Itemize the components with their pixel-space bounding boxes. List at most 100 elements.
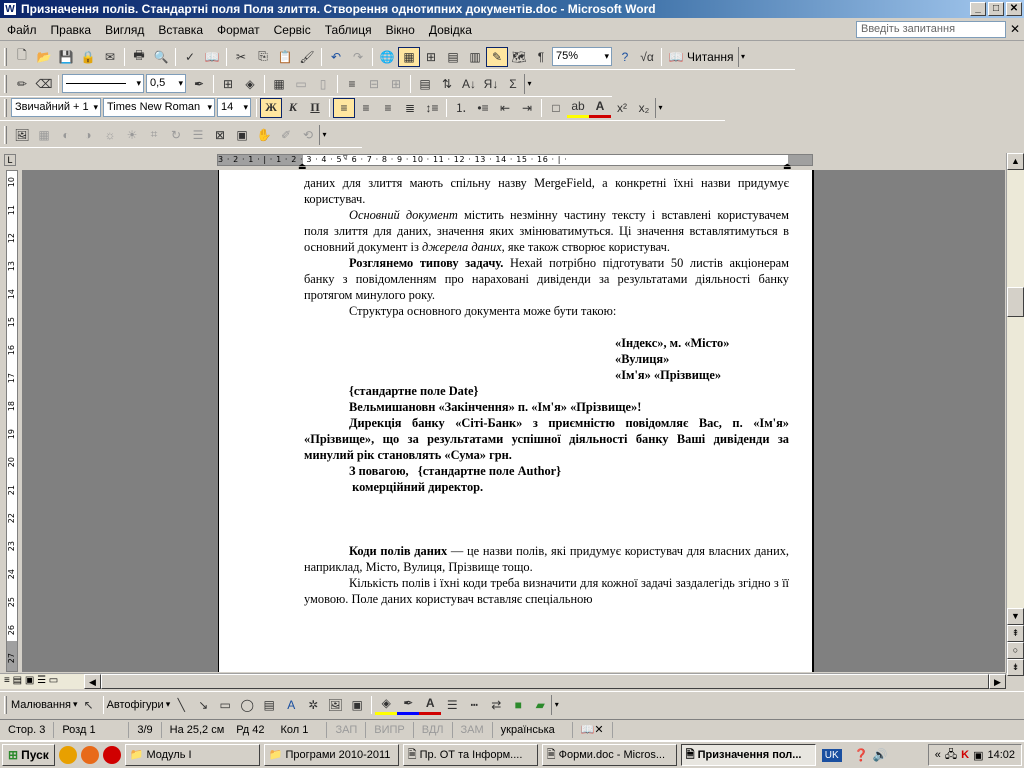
reading-button[interactable]: Читання [687, 50, 734, 64]
scroll-up-icon[interactable]: ▲ [1007, 153, 1024, 170]
highlight-icon[interactable]: ab [567, 98, 589, 118]
insert-picture-icon[interactable]: 🖼 [11, 125, 33, 145]
tables-borders-icon[interactable]: ▦ [398, 46, 420, 67]
status-language[interactable]: українська [493, 721, 573, 738]
format-painter-icon[interactable]: 🖌 [296, 47, 318, 67]
shading-color-icon[interactable]: ◈ [239, 74, 261, 94]
help-tray-icon[interactable]: ❓ [854, 748, 869, 762]
font-select[interactable]: Times New Roman [103, 98, 215, 117]
text-direction-icon[interactable]: ⇅ [436, 74, 458, 94]
scroll-thumb[interactable] [1007, 287, 1024, 317]
permission-icon[interactable]: 🔒 [77, 47, 99, 67]
text-wrapping-icon[interactable]: ▣ [231, 125, 253, 145]
border-color-icon[interactable]: ✒ [188, 74, 210, 94]
line-style-icon[interactable]: ☰ [441, 695, 463, 715]
align-cell-icon[interactable]: ≡ [341, 74, 363, 94]
cut-icon[interactable]: ✂ [230, 47, 252, 67]
draw-table-icon[interactable]: ✏ [11, 74, 33, 94]
line-spacing-icon[interactable]: ↕≡ [421, 98, 443, 118]
insert-table-icon[interactable]: ⊞ [420, 47, 442, 67]
insert-table-menu-icon[interactable]: ▦ [268, 74, 290, 94]
toolbar-options-icon[interactable]: ▾ [655, 97, 665, 118]
status-extend[interactable]: ВДЛ [414, 721, 453, 738]
h-scroll-thumb[interactable] [101, 674, 989, 689]
italic-button[interactable]: К [282, 98, 304, 118]
tray-expand-icon[interactable]: « [935, 749, 941, 761]
eraser-icon[interactable]: ⌫ [33, 74, 55, 94]
toolbar-options-icon[interactable]: ▾ [524, 73, 534, 94]
underline-button[interactable]: П [304, 98, 326, 118]
close-document-icon[interactable]: ✕ [1010, 22, 1020, 36]
copy-icon[interactable]: ⎘ [252, 47, 274, 67]
first-line-indent-icon[interactable]: ▿ [343, 152, 348, 163]
bold-button[interactable]: Ж [260, 97, 282, 118]
start-button[interactable]: ⊞ Пуск [2, 744, 55, 766]
menu-window[interactable]: Вікно [379, 19, 422, 41]
align-right-icon[interactable]: ≡ [377, 98, 399, 118]
select-objects-icon[interactable]: ↖ [78, 695, 100, 715]
redo-icon[interactable]: ↷ [347, 47, 369, 67]
show-hide-icon[interactable]: ¶ [530, 47, 552, 67]
menu-file[interactable]: Файл [0, 19, 44, 41]
view-buttons[interactable]: ≡ ▤ ▣ ☰ ▭ [4, 675, 58, 686]
ask-question-input[interactable]: Введіть запитання [856, 21, 1006, 38]
opera-icon[interactable] [102, 746, 121, 764]
network-icon[interactable]: 🖧 [945, 746, 957, 765]
arrow-style-icon[interactable]: ⇄ [485, 695, 507, 715]
antivirus-icon[interactable]: K [961, 749, 969, 761]
draw-menu-button[interactable]: Малювання [11, 699, 71, 711]
taskbar-button-active[interactable]: 🗎 Призначення пол... [680, 744, 816, 766]
horizontal-ruler[interactable]: L 3 · 2 · 1 · | · 1 · 2 · 3 · 4 · 5 · 6 … [0, 152, 1024, 171]
taskbar-button[interactable]: 📁 Модуль І [124, 744, 260, 766]
line-icon[interactable]: ╲ [170, 695, 192, 715]
sort-descending-icon[interactable]: Я↓ [480, 74, 502, 94]
menu-edit[interactable]: Правка [44, 19, 99, 41]
status-overtype[interactable]: ЗАМ [453, 721, 493, 738]
align-distributed-icon[interactable]: ≣ [399, 98, 421, 118]
wordart-icon[interactable]: A [280, 695, 302, 715]
rectangle-icon[interactable]: ▭ [214, 695, 236, 715]
browse-object-icon[interactable]: ○ [1007, 642, 1024, 659]
scroll-right-icon[interactable]: ▶ [989, 674, 1006, 689]
reading-layout-icon[interactable]: 📖 [665, 47, 687, 67]
firefox-icon[interactable] [80, 746, 99, 764]
increase-indent-icon[interactable]: ⇥ [516, 98, 538, 118]
diagram-icon[interactable]: ✲ [302, 695, 324, 715]
spelling-status-icon[interactable]: 📖✕ [573, 721, 613, 738]
taskbar-button[interactable]: 🗎 Пр. ОТ та Інформ.... [402, 744, 538, 766]
menu-help[interactable]: Довідка [422, 19, 479, 41]
oval-icon[interactable]: ◯ [236, 695, 258, 715]
align-justify-icon[interactable]: ≡ [333, 97, 355, 118]
tray-app-icon[interactable]: ▣ [973, 749, 983, 762]
status-record[interactable]: ЗАП [327, 721, 367, 738]
taskbar-button[interactable]: 📁 Програми 2010-2011 [263, 744, 399, 766]
toolbar-grip[interactable] [4, 74, 7, 93]
toolbar-options-icon[interactable]: ▾ [737, 46, 748, 67]
font-color-icon[interactable]: A [589, 98, 611, 118]
font-color-draw-icon[interactable]: A [419, 695, 442, 715]
autoformat-table-icon[interactable]: ▤ [414, 74, 436, 94]
document-text[interactable]: даних для злиття мають спільну назву Mer… [304, 175, 789, 607]
style-select[interactable]: Звичайний + 1 [11, 98, 101, 117]
compress-icon[interactable]: ⊠ [209, 125, 231, 145]
line-weight-select[interactable]: 0,5 [146, 74, 186, 93]
superscript-icon[interactable]: x² [611, 98, 633, 118]
word-app-icon[interactable]: W [3, 2, 17, 16]
autoshapes-button[interactable]: Автофігури [107, 699, 164, 711]
menu-format[interactable]: Формат [210, 19, 267, 41]
tab-selector-icon[interactable]: L [4, 154, 16, 166]
save-icon[interactable]: 💾 [55, 47, 77, 67]
help-icon[interactable]: ? [614, 47, 636, 67]
status-track[interactable]: ВИПР [366, 721, 414, 738]
taskbar-button[interactable]: 🗎 Форми.doc - Micros... [541, 744, 677, 766]
volume-icon[interactable]: 🔊 [873, 748, 888, 762]
print-icon[interactable]: 🖶 [128, 47, 150, 67]
minimize-button[interactable]: _ [970, 2, 986, 16]
open-folder-icon[interactable]: 📂 [33, 47, 55, 67]
quick-launch-icon[interactable] [58, 746, 77, 764]
clip-art-icon[interactable]: 🖼 [324, 695, 346, 715]
picture-icon[interactable]: ▣ [346, 695, 368, 715]
arrow-icon[interactable]: ↘ [192, 695, 214, 715]
columns-icon[interactable]: ▥ [464, 47, 486, 67]
menu-tools[interactable]: Сервіс [267, 19, 318, 41]
